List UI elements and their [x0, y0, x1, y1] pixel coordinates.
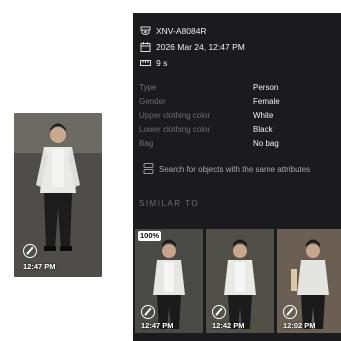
similar-section-title: SIMILAR TO: [139, 199, 200, 208]
similar-item[interactable]: 12:42 PM: [206, 229, 274, 333]
object-badge-icon: [141, 305, 155, 319]
match-percent-badge: 100%: [138, 231, 162, 241]
calendar-icon: [140, 42, 151, 52]
attr-value-bag: No bag: [253, 139, 279, 148]
event-thumbnail[interactable]: 12:47 PM: [14, 113, 102, 277]
event-datetime: 2026 Mar 24, 12:47 PM: [156, 42, 245, 52]
attr-label-lower-color: Lower clothing color: [139, 125, 211, 134]
duration-icon: [140, 58, 151, 68]
attr-label-gender: Gender: [139, 97, 166, 106]
camera-icon: [140, 26, 151, 36]
object-badge-icon: [23, 244, 37, 258]
similar-item[interactable]: 100% 12:47 PM: [135, 229, 203, 333]
camera-name: XNV-A8084R: [156, 26, 207, 36]
object-badge-icon: [212, 305, 226, 319]
attr-value-lower-color: Black: [253, 125, 273, 134]
attr-label-bag: Bag: [139, 139, 154, 148]
similar-item-time: 12:47 PM: [141, 321, 174, 330]
object-badge-icon: [283, 305, 297, 319]
attr-label-upper-color: Upper clothing color: [139, 111, 211, 120]
attribute-search-icon: [143, 163, 154, 175]
similar-item-time: 12:02 PM: [283, 321, 316, 330]
search-same-attributes-label: Search for objects with the same attribu…: [159, 164, 311, 174]
attr-value-upper-color: White: [253, 111, 274, 120]
search-same-attributes-button[interactable]: Search for objects with the same attribu…: [143, 163, 310, 175]
event-duration: 9 s: [156, 58, 168, 68]
attr-value-type: Person: [253, 83, 279, 92]
duration-row: 9 s: [140, 57, 167, 69]
datetime-row: 2026 Mar 24, 12:47 PM: [140, 41, 245, 53]
similar-item[interactable]: 12:02 PM: [277, 229, 341, 333]
similar-item-time: 12:42 PM: [212, 321, 245, 330]
attr-value-gender: Female: [253, 97, 280, 106]
camera-row: XNV-A8084R: [140, 25, 207, 37]
event-detail-panel: XNV-A8084R 2026 Mar 24, 12:47 PM 9 s Typ…: [133, 13, 341, 341]
attr-label-type: Type: [139, 83, 157, 92]
thumbnail-time: 12:47 PM: [23, 262, 56, 271]
